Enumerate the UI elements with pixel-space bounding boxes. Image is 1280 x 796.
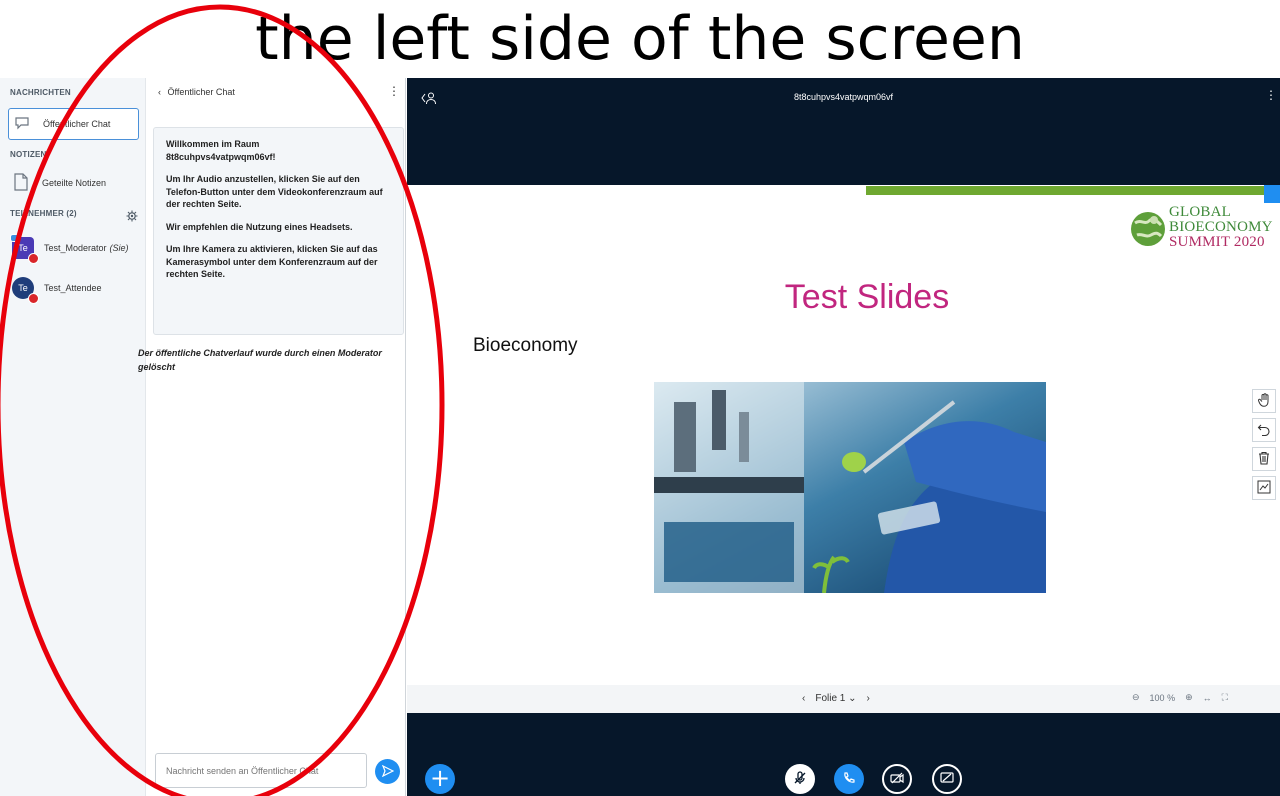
slide-title: Test Slides [784, 278, 950, 316]
whiteboard-toolbar [1252, 389, 1278, 505]
welcome-headset-text: Wir empfehlen die Nutzung eines Headsets… [166, 221, 353, 232]
video-off-icon [890, 770, 904, 789]
share-screen-button[interactable] [932, 764, 962, 794]
minimize-presentation-button[interactable] [1264, 185, 1280, 203]
logo-line: BIOECONOMY [1169, 219, 1273, 235]
undo-icon [1257, 421, 1271, 440]
user-list-panel: NACHRICHTEN Öffentlicher Chat NOTIZEN Ge… [0, 78, 146, 796]
trash-icon [1257, 450, 1271, 469]
summit-logo: GLOBAL BIOECONOMY SUMMIT 2020 [1127, 203, 1280, 263]
sidebar-item-public-chat[interactable]: Öffentlicher Chat [8, 108, 139, 140]
chat-panel: ‹ Öffentlicher Chat ⋮ Willkommen im Raum… [146, 78, 406, 796]
welcome-title: Willkommen im Raum [166, 139, 260, 149]
avatar: Te [10, 234, 39, 264]
logo-line: GLOBAL [1169, 204, 1232, 220]
logo-line: SUMMIT 2020 [1169, 234, 1265, 250]
leave-audio-button[interactable] [834, 764, 864, 794]
hand-icon [1257, 392, 1271, 411]
fit-width-icon[interactable]: ↔ [1203, 693, 1212, 703]
welcome-audio-text: Um Ihr Audio anzustellen, klicken Sie au… [166, 174, 383, 209]
chat-title: Öffentlicher Chat [167, 87, 235, 97]
presentation-area: 8t8cuhpvs4vatpwqm06vf ⋮ GLOBAL BIOECONOM… [407, 78, 1280, 796]
muted-icon [28, 253, 39, 264]
send-button[interactable] [375, 759, 400, 784]
zoom-out-icon[interactable]: ⊖ [1132, 692, 1140, 703]
fullscreen-icon[interactable]: ⛶ [1222, 692, 1228, 703]
welcome-room: 8t8cuhpvs4vatpwqm06vf! [166, 151, 276, 162]
slide: GLOBAL BIOECONOMY SUMMIT 2020 Test Slide… [407, 185, 1280, 685]
zoom-level: 100 % [1149, 692, 1176, 703]
phone-icon [842, 770, 856, 789]
previous-slide-button[interactable]: ‹ [802, 693, 805, 704]
mute-button[interactable] [785, 764, 815, 794]
avatar: Te [12, 277, 39, 304]
user-item-attendee[interactable]: Te Test_Attendee [8, 275, 102, 304]
welcome-message: Willkommen im Raum 8t8cuhpvs4vatpwqm06vf… [153, 127, 404, 335]
muted-icon [28, 293, 39, 304]
gear-icon[interactable] [126, 207, 138, 226]
share-webcam-button[interactable] [882, 764, 912, 794]
chart-line-icon [1257, 479, 1271, 498]
globe-icon [1131, 212, 1165, 246]
send-icon [381, 762, 394, 781]
slide-subtitle: Bioeconomy [473, 335, 578, 356]
user-name: Test_Moderator [44, 243, 107, 253]
room-title: 8t8cuhpvs4vatpwqm06vf [793, 92, 894, 102]
user-self-suffix: (Sie) [109, 243, 129, 253]
chat-message-input[interactable] [155, 753, 367, 788]
heading: the left side of the screen [255, 4, 1025, 74]
presentation-nav-bar: ‹ Folie 1 ⌄ › ⊖ 100 % ⊕ ↔ ⛶ [407, 685, 1280, 713]
hand-tool-button[interactable] [1252, 389, 1276, 413]
slide-accent-bar [866, 186, 1270, 195]
avatar-initials: Te [18, 243, 28, 253]
chat-bubble-icon [13, 114, 31, 134]
notes-section-label: NOTIZEN [10, 150, 47, 159]
actions-button[interactable]: + [425, 764, 455, 794]
presenter-icon [10, 234, 20, 242]
chat-cleared-message: Der öffentliche Chatverlauf wurde durch … [138, 348, 382, 372]
slide-selector-label: Folie 1 [815, 693, 846, 704]
user-name: Test_Attendee [44, 283, 102, 293]
document-icon [12, 172, 30, 194]
sidebar-item-label: Öffentlicher Chat [43, 119, 111, 129]
avatar-initials: Te [18, 283, 28, 293]
screen-share-off-icon [940, 770, 954, 789]
messages-section-label: NACHRICHTEN [10, 88, 71, 97]
sidebar-item-label: Geteilte Notizen [42, 178, 107, 188]
chat-header[interactable]: ‹ Öffentlicher Chat [158, 87, 235, 97]
chevron-down-icon: ⌄ [848, 693, 857, 704]
user-item-moderator[interactable]: Te Test_Moderator (Sie) [8, 234, 129, 264]
multi-user-button[interactable] [1252, 476, 1276, 500]
lab-photo [654, 382, 1046, 593]
undo-button[interactable] [1252, 418, 1276, 442]
microphone-off-icon [793, 770, 807, 789]
zoom-in-icon[interactable]: ⊕ [1185, 692, 1193, 703]
welcome-camera-text: Um Ihre Kamera zu aktivieren, klicken Si… [166, 244, 378, 279]
slide-selector[interactable]: Folie 1 ⌄ [815, 693, 856, 704]
chevron-left-icon: ‹ [158, 87, 161, 97]
chat-options-icon[interactable]: ⋮ [388, 84, 400, 98]
sidebar-item-shared-notes[interactable]: Geteilte Notizen [8, 170, 106, 196]
participants-section-label: TEILNEHMER (2) [10, 209, 77, 218]
options-menu-icon[interactable]: ⋮ [1265, 88, 1277, 102]
next-slide-button[interactable]: › [867, 693, 870, 704]
clear-button[interactable] [1252, 447, 1276, 471]
